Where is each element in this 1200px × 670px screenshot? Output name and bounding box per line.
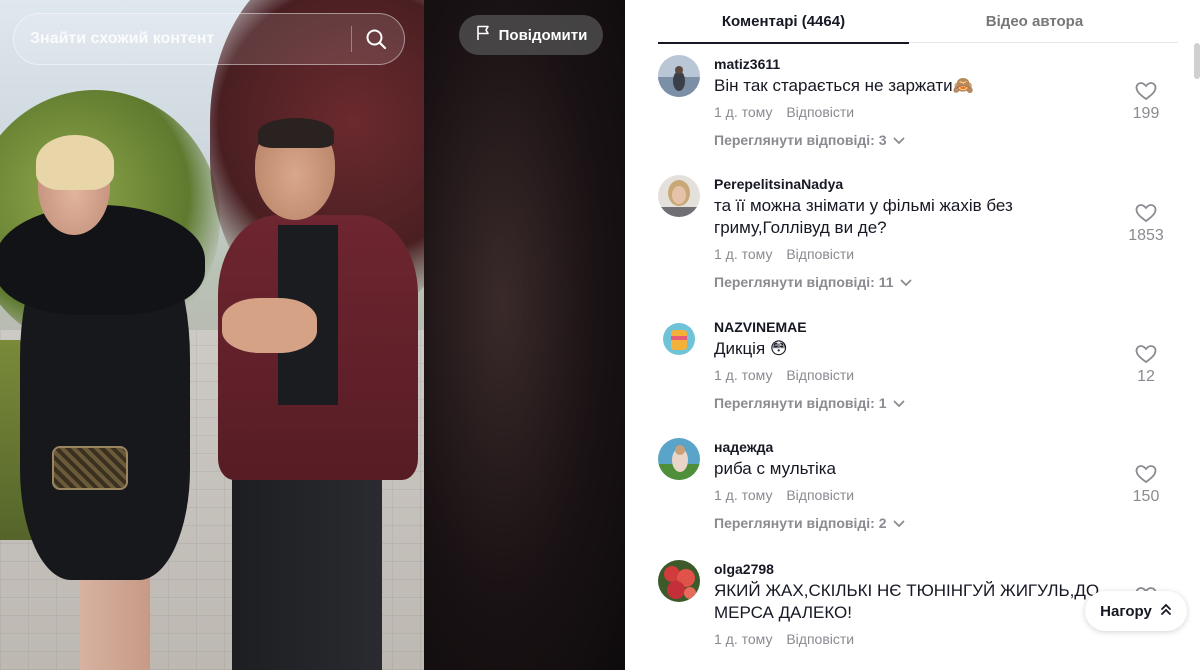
video-man-hands [222, 298, 317, 353]
scroll-to-top-label: Нагору [1100, 602, 1152, 620]
chevron-down-icon [893, 131, 905, 149]
video-woman-legs [80, 570, 150, 670]
like-count: 199 [1132, 105, 1160, 122]
comment-time: 1 д. тому [714, 246, 773, 262]
reply-button[interactable]: Відповісти [786, 104, 854, 120]
view-replies-label: Переглянути відповіді: 3 [714, 132, 887, 148]
view-replies-button[interactable]: Переглянути відповіді: 3 [714, 131, 905, 149]
tab-comments[interactable]: Коментарі (4464) [658, 0, 909, 44]
view-replies-button[interactable]: Переглянути відповіді: 11 [714, 273, 912, 291]
chevron-down-icon [893, 514, 905, 532]
avatar[interactable] [658, 55, 700, 97]
video-man-trousers [232, 470, 382, 670]
comments-panel: Коментарі (4464) Відео автора matiz3611 … [625, 0, 1200, 670]
reply-button[interactable]: Відповісти [786, 246, 854, 262]
comment-username[interactable]: olga2798 [714, 560, 1114, 578]
comment-text: Дикція 😳 [714, 339, 788, 358]
avatar[interactable] [658, 560, 700, 602]
view-replies-label: Переглянути відповіді: 2 [714, 515, 887, 531]
like-group: 1853 [1116, 201, 1176, 245]
comment-username[interactable]: надежда [714, 438, 1114, 456]
reply-button[interactable]: Відповісти [786, 367, 854, 383]
heart-icon[interactable] [1134, 201, 1158, 225]
report-label: Повідомити [498, 26, 588, 44]
comment-text: ЯКИЙ ЖАХ,СКІЛЬКІ НЄ ТЮНІНГУЙ ЖИГУЛЬ,ДО М… [714, 581, 1100, 622]
avatar[interactable] [658, 318, 700, 360]
heart-icon[interactable] [1134, 462, 1158, 486]
reply-button[interactable]: Відповісти [786, 487, 854, 503]
chevron-down-icon [900, 273, 912, 291]
comment-time: 1 д. тому [714, 631, 773, 647]
like-count: 1853 [1128, 227, 1164, 244]
video-frame[interactable] [0, 0, 424, 670]
chevron-down-icon [893, 394, 905, 412]
video-woman-ruffle [0, 205, 205, 315]
scroll-to-top-button[interactable]: Нагору [1085, 591, 1187, 631]
like-group: 12 [1116, 342, 1176, 386]
search-input[interactable] [30, 14, 351, 64]
like-count: 150 [1132, 488, 1160, 505]
view-replies-label: Переглянути відповіді: 1 [714, 395, 887, 411]
like-group: 150 [1116, 462, 1176, 506]
view-replies-label: Переглянути відповіді: 11 [714, 274, 894, 290]
flag-icon [475, 25, 491, 45]
search-divider [351, 26, 352, 52]
similar-content-search[interactable] [13, 13, 405, 65]
avatar[interactable] [658, 175, 700, 217]
like-count: 12 [1137, 368, 1155, 385]
comment-username[interactable]: NAZVINEMAE [714, 318, 1114, 336]
comment-text: Він так старається не заржати🙈 [714, 76, 974, 95]
search-icon[interactable] [364, 27, 388, 51]
video-panel[interactable]: Повідомити [0, 0, 625, 670]
comment-time: 1 д. тому [714, 487, 773, 503]
comments-tabs: Коментарі (4464) Відео автора [658, 0, 1178, 44]
video-blurred-background [420, 0, 625, 670]
comment-text: риба с мультіка [714, 459, 836, 478]
tab-author-videos[interactable]: Відео автора [909, 0, 1160, 43]
reply-button[interactable]: Відповісти [786, 631, 854, 647]
comment-time: 1 д. тому [714, 104, 773, 120]
video-woman-hair [36, 135, 114, 190]
avatar[interactable] [658, 438, 700, 480]
comment-username[interactable]: PerepelitsinaNadya [714, 175, 1114, 193]
double-chevron-up-icon [1160, 602, 1172, 620]
video-man-hair [258, 118, 334, 148]
comment-text: та її можна знімати у фільмі жахів без г… [714, 196, 1013, 237]
like-group: 199 [1116, 79, 1176, 123]
scrollbar-thumb[interactable] [1194, 43, 1200, 79]
heart-icon[interactable] [1134, 342, 1158, 366]
video-clutch-bag [52, 446, 128, 490]
view-replies-button[interactable]: Переглянути відповіді: 1 [714, 394, 905, 412]
report-button[interactable]: Повідомити [459, 15, 603, 55]
view-replies-button[interactable]: Переглянути відповіді: 2 [714, 514, 905, 532]
comment-time: 1 д. тому [714, 367, 773, 383]
comment-username[interactable]: matiz3611 [714, 55, 1114, 73]
heart-icon[interactable] [1134, 79, 1158, 103]
